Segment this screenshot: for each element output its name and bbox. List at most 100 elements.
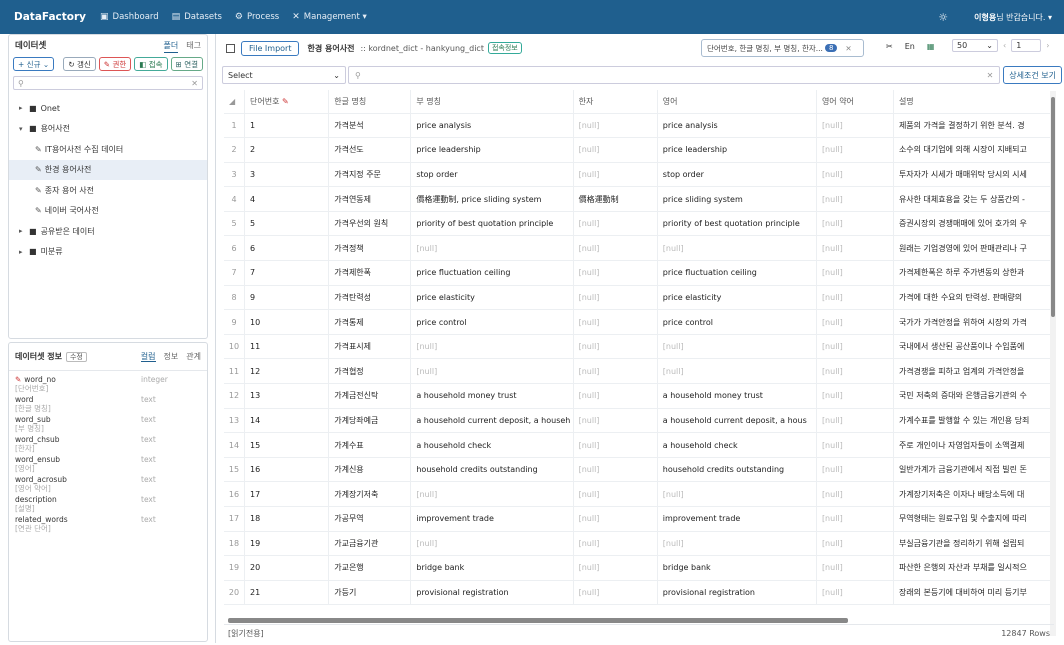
tab-tag[interactable]: 태그 xyxy=(186,41,201,50)
table-row[interactable]: 6 6 가격정책 [null] [null] [null] [null] 원래는 기업경영에 … xyxy=(224,235,1054,262)
new-button[interactable]: + 신규 ⌄ xyxy=(13,57,55,71)
folder-icon: ■ xyxy=(29,247,37,257)
table-cell: 13 xyxy=(244,383,330,409)
connect-button[interactable]: ⊞ 연결 xyxy=(170,57,203,71)
tree-item[interactable]: ✎ 한경 용어사전 xyxy=(9,159,207,180)
chevron-right-icon[interactable]: ▸ xyxy=(19,248,29,256)
access-button[interactable]: ◧ 접속 xyxy=(134,57,168,71)
english-icon[interactable]: En xyxy=(905,42,915,51)
sort-indicator[interactable]: ◢ xyxy=(224,90,246,114)
column-header[interactable]: 영어 xyxy=(657,90,817,114)
chevron-down-icon[interactable]: ▾ xyxy=(19,125,29,133)
tree-folder[interactable]: ▸ ■ 공유받은 데이터 xyxy=(9,221,207,242)
table-cell: 주로 개인이나 자영업자들이 소액결제 xyxy=(893,432,1054,458)
table-row[interactable]: 9 10 가격통제 price control [null] price control[… xyxy=(224,309,1054,335)
clear-icon[interactable]: ✕ xyxy=(987,71,994,80)
column-name: word_acrosub xyxy=(15,475,67,484)
table-row[interactable]: 14 15 가계수표 a household check [null] a househo… xyxy=(224,432,1054,458)
permission-button[interactable]: ✎ 권한 xyxy=(98,57,132,71)
table-cell: 가계금전신탁 xyxy=(328,383,412,409)
table-cell: 가격선도 xyxy=(328,137,412,163)
scissors-icon[interactable]: ✂ xyxy=(886,42,893,51)
table-cell: 가격연동제 xyxy=(328,186,412,212)
query-input[interactable]: ⚲ ✕ xyxy=(348,66,1001,84)
prev-page-icon[interactable]: ‹ xyxy=(1003,41,1006,50)
table-row[interactable]: 19 20 가교은행 bridge bank [null] bridge bank [nul… xyxy=(224,555,1054,581)
tree-folder[interactable]: ▸ ■ 미분류 xyxy=(9,242,207,263)
file-import-button[interactable]: File Import xyxy=(241,40,300,56)
advanced-filter-button[interactable]: 상세조건 보기 xyxy=(1003,66,1062,84)
clear-icon[interactable]: ✕ xyxy=(191,79,198,88)
brand-logo[interactable]: DataFactory xyxy=(14,11,86,23)
table-row[interactable]: 15 16 가계신용 household credits outstanding [nu… xyxy=(224,457,1054,483)
settings-icon[interactable]: ☼ xyxy=(938,11,948,24)
nav-process[interactable]: ⚙ Process xyxy=(235,12,279,22)
nav-dashboard[interactable]: ▣ Dashboard xyxy=(100,12,159,22)
nav-datasets[interactable]: ▤ Datasets xyxy=(172,12,222,22)
dataset-icon: ✎ xyxy=(35,144,42,154)
table-row[interactable]: 2 2 가격선도 price leadership [null] price leader… xyxy=(224,137,1054,163)
table-row[interactable]: 7 7 가격제한폭 price fluctuation ceiling [null] pr… xyxy=(224,260,1054,286)
table-row[interactable]: 1 1 가격분석 price analysis [null] price analysis… xyxy=(224,113,1054,139)
table-row[interactable]: 3 3 가격지정 주문 stop order [null] stop order [null… xyxy=(224,162,1054,188)
user-name: 이형용 xyxy=(974,12,997,22)
table-cell: [null] xyxy=(573,235,658,262)
table-row[interactable]: 10 11 가격표시제 [null] [null] [null] [null] 국내에서 생산… xyxy=(224,334,1054,360)
edit-button[interactable]: 수정 xyxy=(65,352,87,362)
tab-relations[interactable]: 관계 xyxy=(186,352,201,361)
tree-search-input[interactable]: ⚲ ✕ xyxy=(13,76,203,90)
tree-item[interactable]: ✎ IT용어사전 수집 데이터 xyxy=(9,139,207,160)
table-cell: 가격정책 xyxy=(328,235,412,262)
tree-item[interactable]: ✎ 종자 용어 사전 xyxy=(9,180,207,201)
nav-management[interactable]: ✕ Management ▾ xyxy=(292,12,367,22)
user-menu[interactable]: 이형용님 반갑습니다. ▾ xyxy=(974,12,1052,23)
clear-icon[interactable]: ✕ xyxy=(845,44,851,53)
column-header[interactable]: 영어 약어 xyxy=(816,90,894,114)
column-name: word_ensub xyxy=(15,455,60,464)
tab-info[interactable]: 정보 xyxy=(164,352,179,361)
table-cell: 가격탄력성 xyxy=(328,285,412,311)
connection-info-badge[interactable]: 접속정보 xyxy=(487,42,522,54)
column-header[interactable]: 한글 명칭 xyxy=(328,90,412,114)
tree-folder[interactable]: ▾ ■ 용어사전 xyxy=(9,119,207,140)
column-header[interactable]: 부 명칭 xyxy=(410,90,574,114)
page-size-select[interactable]: 50 ⌄ xyxy=(952,39,998,52)
table-cell: 가계수표 xyxy=(328,432,412,458)
table-row[interactable]: 18 19 가교금융기관 [null] [null] [null] [null] 부실금융기관… xyxy=(224,531,1054,557)
excel-icon[interactable]: ▦ xyxy=(927,42,935,51)
table-row[interactable]: 13 14 가계당좌예금 a household current deposit, a… xyxy=(224,408,1054,434)
chevron-right-icon[interactable]: ▸ xyxy=(19,227,29,235)
chevron-right-icon[interactable]: ▸ xyxy=(19,104,29,112)
table-cell: [null] xyxy=(573,285,658,311)
column-name: word_chsub xyxy=(15,435,60,444)
column-header[interactable]: 단어번호 ✎ xyxy=(244,90,330,114)
column-header[interactable]: 설명 xyxy=(893,90,1054,114)
column-filter-select[interactable]: 단어번호, 한글 명칭, 부 명칭, 한자... 8 ✕ xyxy=(701,39,864,57)
toggle-panel-icon[interactable] xyxy=(226,43,235,53)
tab-folder[interactable]: 폴더 xyxy=(163,40,179,53)
table-row[interactable]: 5 5 가격우선의 원칙 priority of best quotation pri… xyxy=(224,211,1054,237)
vertical-scrollbar[interactable] xyxy=(1050,91,1056,636)
table-row[interactable]: 20 21 가등기 provisional registration [null] pro… xyxy=(224,580,1054,606)
next-page-icon[interactable]: › xyxy=(1046,41,1049,50)
column-desc: [한글 명칭] xyxy=(15,404,51,413)
table-row[interactable]: 12 13 가계금전신탁 a household money trust [null] a… xyxy=(224,383,1054,409)
table-row[interactable]: 11 12 가격협정 [null] [null] [null] [null] 가격경쟁을 피하… xyxy=(224,358,1054,385)
tab-columns[interactable]: 컬럼 xyxy=(140,352,156,362)
column-header[interactable]: 한자 xyxy=(573,90,658,114)
table-row[interactable]: 4 4 가격연동제 價格運動制, price sliding system 價格運動制 p… xyxy=(224,186,1054,212)
tree-label: 네이버 국어사전 xyxy=(44,206,99,216)
main-panel: File Import 한경 용어사전 :: kordnet_dict - ha… xyxy=(216,34,1064,643)
table-cell: 제품의 가격을 결정하기 위한 분석. 경 xyxy=(893,113,1054,139)
page-input[interactable]: 1 xyxy=(1011,39,1042,52)
table-row[interactable]: 17 18 가공무역 improvement trade [null] improveme… xyxy=(224,506,1054,532)
table-row[interactable]: 16 17 가계장기저축 [null] [null] [null] [null] 가계장기저축… xyxy=(224,481,1054,507)
table-row[interactable]: 8 9 가격탄력성 price elasticity [null] price elast… xyxy=(224,285,1054,311)
refresh-button[interactable]: ↻ 갱신 xyxy=(63,57,96,71)
tree-item[interactable]: ✎ 네이버 국어사전 xyxy=(9,201,207,222)
horizontal-scrollbar[interactable] xyxy=(228,618,848,623)
tree-folder[interactable]: ▸ ■ Onet xyxy=(9,98,207,119)
filter-column-select[interactable]: Select ⌄ xyxy=(222,66,346,84)
column-list: ✎ word_no [단어번호] integer word [한글 명칭] text word… xyxy=(9,371,207,539)
table-cell: a household current deposit, a househ xyxy=(410,408,574,434)
